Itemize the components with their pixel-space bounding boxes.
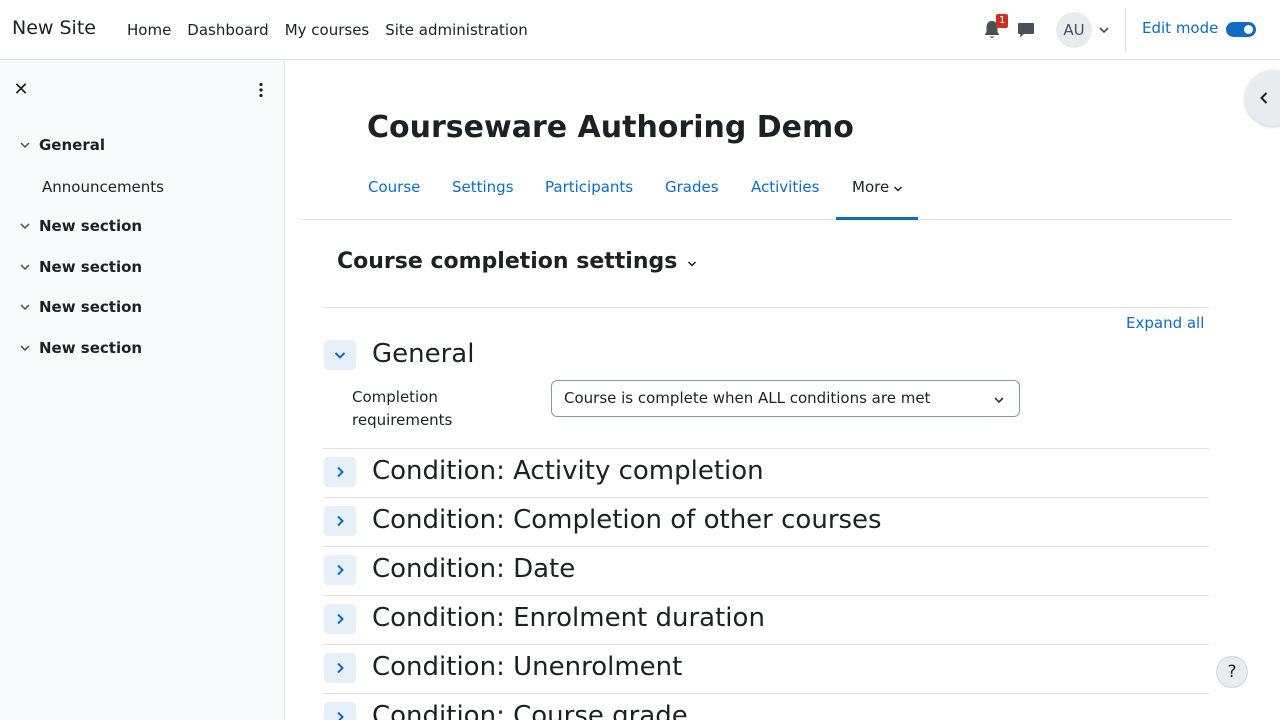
completion-requirements-select[interactable]: Course is complete when ALL conditions a… [551, 380, 1020, 417]
course-index-section-general[interactable]: General [18, 136, 105, 154]
section-divider [323, 644, 1209, 645]
tab-more-label: More [852, 178, 890, 196]
tab-settings[interactable]: Settings [452, 178, 514, 196]
site-brand[interactable]: New Site [12, 17, 96, 39]
course-index-section[interactable]: New section [18, 258, 142, 276]
section-general-title[interactable]: General [372, 339, 474, 369]
course-title: Courseware Authoring Demo [367, 110, 854, 145]
kebab-menu-icon[interactable] [252, 81, 270, 99]
section-divider [323, 307, 1209, 308]
chevron-right-icon [337, 711, 344, 720]
condition-other-courses-title[interactable]: Condition: Completion of other courses [372, 505, 882, 535]
section-divider [323, 497, 1209, 498]
chevron-down-icon [994, 397, 1004, 404]
expand-all-link[interactable]: Expand all [1126, 314, 1204, 332]
nav-dashboard-link[interactable]: Dashboard [179, 21, 276, 39]
course-index-drawer: ✕ General Announcements New section New … [0, 61, 285, 720]
page-heading[interactable]: Course completion settings [337, 249, 697, 274]
condition-unenrolment-title[interactable]: Condition: Unenrolment [372, 652, 682, 682]
help-button[interactable]: ? [1216, 656, 1248, 688]
user-avatar[interactable]: AU [1056, 12, 1092, 48]
page-heading-text: Course completion settings [337, 249, 678, 274]
tab-grades[interactable]: Grades [665, 178, 719, 196]
messages-icon[interactable] [1017, 21, 1035, 39]
notification-count-badge: 1 [996, 14, 1009, 28]
chevron-right-icon [337, 564, 344, 576]
condition-enrolment-duration-title[interactable]: Condition: Enrolment duration [372, 603, 765, 633]
chevron-right-icon [337, 466, 344, 478]
condition-date-title[interactable]: Condition: Date [372, 554, 575, 584]
chevron-down-icon[interactable] [18, 138, 32, 152]
condition-activity-completion-toggle[interactable] [324, 457, 356, 487]
tab-course[interactable]: Course [368, 178, 420, 196]
section-divider [323, 448, 1209, 449]
section-divider [323, 693, 1209, 694]
section-divider [323, 595, 1209, 596]
chevron-left-icon [1260, 92, 1268, 104]
course-index-section-label: New section [39, 298, 143, 316]
condition-course-grade-toggle[interactable] [324, 702, 356, 720]
condition-unenrolment-toggle[interactable] [324, 653, 356, 683]
section-general-toggle[interactable] [324, 340, 356, 370]
chevron-right-icon [337, 662, 344, 674]
nav-home-link[interactable]: Home [119, 21, 179, 39]
top-navbar: New Site Home Dashboard My courses Site … [0, 0, 1280, 60]
chevron-down-icon [893, 186, 903, 192]
chevron-down-icon[interactable] [687, 259, 697, 269]
completion-requirements-value: Course is complete when ALL conditions a… [564, 389, 931, 407]
course-index-section[interactable]: New section [18, 217, 142, 235]
tab-participants[interactable]: Participants [545, 178, 633, 196]
course-index-section[interactable]: New section [18, 339, 142, 357]
chevron-down-icon[interactable] [18, 219, 32, 233]
edit-mode-label[interactable]: Edit mode [1142, 19, 1218, 37]
chevron-down-icon[interactable] [18, 300, 32, 314]
nav-my-courses-link[interactable]: My courses [277, 21, 378, 39]
open-block-drawer-button[interactable] [1245, 70, 1280, 126]
chevron-down-icon [334, 352, 346, 359]
tab-activities[interactable]: Activities [751, 178, 819, 196]
completion-requirements-label: Completion requirements [352, 388, 453, 429]
course-index-activity-announcements[interactable]: Announcements [42, 178, 164, 196]
chevron-down-icon[interactable] [18, 260, 32, 274]
condition-other-courses-toggle[interactable] [324, 506, 356, 536]
chevron-down-icon[interactable] [18, 341, 32, 355]
course-index-section-label: New section [39, 217, 143, 235]
chevron-down-icon[interactable] [1098, 24, 1110, 36]
course-index-section[interactable]: New section [18, 298, 142, 316]
chevron-right-icon [337, 613, 344, 625]
chevron-right-icon [337, 515, 344, 527]
course-secondary-navigation: Course Settings Participants Grades Acti… [301, 160, 1232, 220]
close-icon[interactable]: ✕ [12, 81, 30, 99]
edit-mode-toggle[interactable] [1226, 22, 1256, 37]
tab-more[interactable]: More [836, 160, 918, 220]
condition-date-toggle[interactable] [324, 555, 356, 585]
condition-enrolment-duration-toggle[interactable] [324, 604, 356, 634]
nav-site-administration-link[interactable]: Site administration [377, 21, 536, 39]
condition-activity-completion-title[interactable]: Condition: Activity completion [372, 456, 764, 486]
primary-navigation: Home Dashboard My courses Site administr… [119, 0, 536, 60]
section-divider [323, 546, 1209, 547]
course-index-section-label: New section [39, 258, 143, 276]
navbar-divider [1125, 8, 1126, 52]
course-index-section-label: General [39, 136, 105, 154]
course-index-section-label: New section [39, 339, 143, 357]
condition-course-grade-title[interactable]: Condition: Course grade [372, 701, 688, 720]
